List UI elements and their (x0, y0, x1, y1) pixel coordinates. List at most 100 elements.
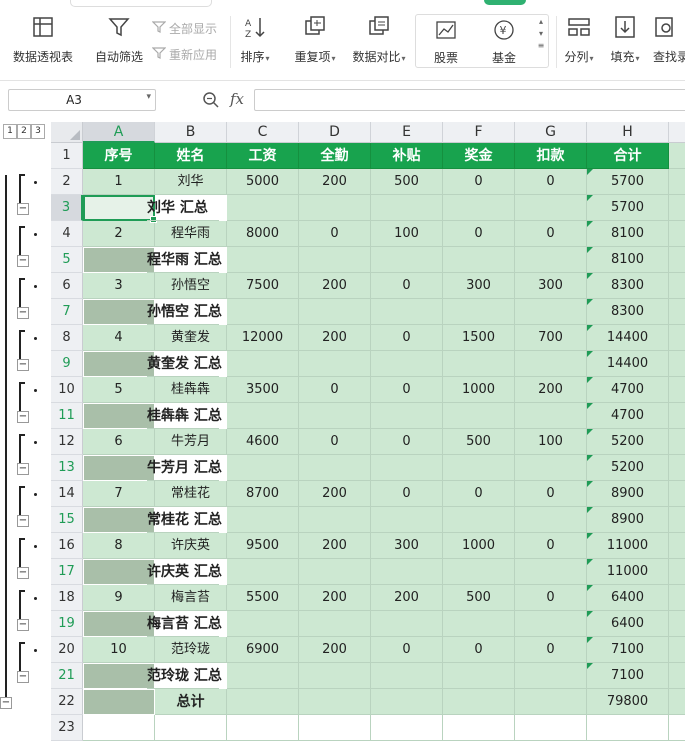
cell[interactable] (299, 611, 371, 637)
subtotal-label[interactable]: 常桂花 汇总 (147, 507, 222, 533)
subtotal-label[interactable]: 刘华 汇总 (147, 195, 219, 221)
cell[interactable] (443, 663, 515, 689)
cell[interactable] (443, 689, 515, 715)
cell[interactable] (443, 507, 515, 533)
lookup-button[interactable]: 查找录 (653, 14, 685, 65)
cell[interactable]: 0 (515, 169, 587, 195)
cell[interactable]: 7100 (587, 637, 669, 663)
cell[interactable] (669, 169, 685, 195)
column-header-extra[interactable] (669, 122, 685, 143)
data-compare-button[interactable]: 数据对比▾ (348, 14, 410, 65)
header-cell[interactable]: 奖金 (443, 143, 515, 169)
cell[interactable]: 0 (299, 429, 371, 455)
collapse-button[interactable]: − (17, 307, 29, 319)
cell[interactable]: 0 (443, 637, 515, 663)
cell[interactable]: 9500 (227, 533, 299, 559)
cell[interactable]: 牛芳月 (155, 429, 227, 455)
cell[interactable]: 14400 (587, 325, 669, 351)
header-cell[interactable]: 序号 (83, 143, 155, 169)
cell[interactable] (669, 689, 685, 715)
column-header-g[interactable]: G (515, 122, 587, 143)
cell[interactable] (227, 403, 299, 429)
cell[interactable] (515, 715, 587, 741)
cell[interactable] (669, 351, 685, 377)
cell[interactable] (669, 507, 685, 533)
cell[interactable] (515, 663, 587, 689)
cell[interactable] (83, 663, 155, 689)
cell[interactable]: 5000 (227, 169, 299, 195)
fund-button[interactable]: ¥ 基金 (484, 17, 524, 66)
cell[interactable]: 0 (515, 481, 587, 507)
cell[interactable]: 1000 (443, 533, 515, 559)
cell[interactable]: 0 (515, 533, 587, 559)
cell[interactable] (83, 455, 155, 481)
column-header-f[interactable]: F (443, 122, 515, 143)
cell[interactable] (371, 611, 443, 637)
cell[interactable] (515, 299, 587, 325)
cell[interactable]: 0 (299, 221, 371, 247)
collapse-button[interactable]: − (17, 359, 29, 371)
cell[interactable] (83, 715, 155, 741)
cell[interactable]: 5 (83, 377, 155, 403)
row-header[interactable]: 12 (51, 429, 83, 455)
row-header[interactable]: 9 (51, 351, 83, 377)
cell[interactable] (515, 247, 587, 273)
row-header[interactable]: 14 (51, 481, 83, 507)
cell[interactable] (83, 611, 155, 637)
header-cell[interactable]: 姓名 (155, 143, 227, 169)
cell[interactable]: 5500 (227, 585, 299, 611)
cell[interactable] (227, 559, 299, 585)
cell[interactable] (669, 325, 685, 351)
row-header[interactable]: 6 (51, 273, 83, 299)
subtotal-label[interactable]: 许庆英 汇总 (147, 559, 222, 585)
grand-total-value[interactable]: 79800 (587, 689, 669, 715)
cell[interactable]: 黄奎发 (155, 325, 227, 351)
cell[interactable]: 1 (83, 169, 155, 195)
subtotal-value[interactable]: 8900 (587, 507, 669, 533)
cell[interactable] (669, 247, 685, 273)
cell[interactable] (299, 455, 371, 481)
cell[interactable]: 300 (515, 273, 587, 299)
row-header[interactable]: 8 (51, 325, 83, 351)
cell[interactable]: 5200 (587, 429, 669, 455)
subtotal-label[interactable]: 梅言苔 汇总 (147, 611, 222, 637)
cell[interactable] (669, 481, 685, 507)
cell[interactable] (371, 663, 443, 689)
cell[interactable] (669, 429, 685, 455)
cell[interactable]: 0 (371, 481, 443, 507)
cell[interactable]: 11000 (587, 533, 669, 559)
auto-filter-button[interactable]: 自动筛选 (92, 14, 146, 65)
column-header-e[interactable]: E (371, 122, 443, 143)
subtotal-label[interactable]: 桂犇犇 汇总 (147, 403, 222, 429)
cell[interactable] (227, 663, 299, 689)
subtotal-label[interactable]: 程华雨 汇总 (147, 247, 222, 273)
cell[interactable]: 4700 (587, 377, 669, 403)
column-header-c[interactable]: C (227, 122, 299, 143)
cell[interactable] (443, 611, 515, 637)
cell[interactable] (371, 455, 443, 481)
cell[interactable] (669, 715, 685, 741)
cell[interactable]: 1500 (443, 325, 515, 351)
subtotal-label[interactable]: 牛芳月 汇总 (147, 455, 222, 481)
cell[interactable]: 3 (83, 273, 155, 299)
cell[interactable] (83, 299, 155, 325)
cell[interactable] (83, 507, 155, 533)
cell[interactable] (371, 299, 443, 325)
cell[interactable] (515, 559, 587, 585)
row-header[interactable]: 2 (51, 169, 83, 195)
cell[interactable] (515, 507, 587, 533)
cell[interactable]: 10 (83, 637, 155, 663)
subtotal-value[interactable]: 8300 (587, 299, 669, 325)
row-header[interactable]: 19 (51, 611, 83, 637)
subtotal-value[interactable]: 11000 (587, 559, 669, 585)
cell[interactable]: 200 (299, 273, 371, 299)
cell[interactable] (669, 533, 685, 559)
row-header[interactable]: 16 (51, 533, 83, 559)
cell[interactable]: 桂犇犇 (155, 377, 227, 403)
cell[interactable] (371, 351, 443, 377)
outline-level-button[interactable]: 3 (31, 124, 45, 139)
cell[interactable]: 8100 (587, 221, 669, 247)
cell[interactable]: 0 (371, 377, 443, 403)
cell[interactable] (669, 403, 685, 429)
cell[interactable] (227, 715, 299, 741)
